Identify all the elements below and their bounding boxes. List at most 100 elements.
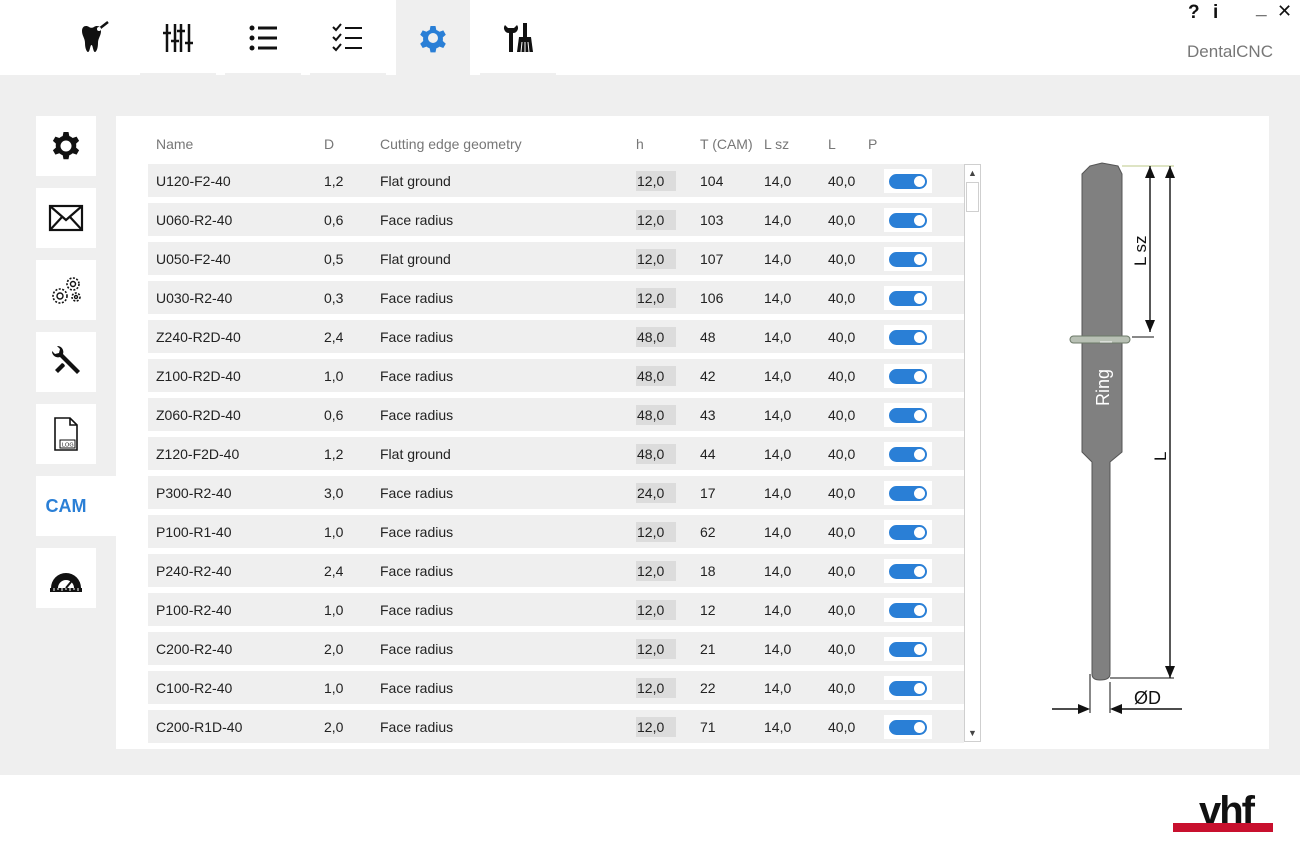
top-tab-sliders[interactable] [141,0,215,75]
cell-name: Z120-F2D-40 [156,446,240,462]
cell-t: 107 [700,251,724,267]
scroll-up-icon[interactable]: ▲ [965,165,980,181]
cell-h[interactable]: 12,0 [636,288,676,308]
table-row[interactable]: C200-R2-40 2,0 Face radius 21 14,0 40,0 12,0 [148,632,964,665]
side-nav-log[interactable]: LOG [36,404,96,464]
cell-d: 2,4 [324,329,344,345]
toggle-container [884,442,932,466]
protractor-icon [50,573,82,592]
cell-h[interactable]: 12,0 [636,678,676,698]
cell-h[interactable]: 12,0 [636,600,676,620]
side-nav-service[interactable] [36,332,96,392]
cell-lsz: 14,0 [764,563,792,579]
table-row[interactable]: P100-R2-40 1,0 Face radius 12 14,0 40,0 12,0 [148,593,964,626]
cell-lsz: 14,0 [764,485,792,501]
side-nav-machine-settings[interactable] [36,260,96,320]
enabled-toggle[interactable] [889,525,927,540]
cell-h[interactable]: 12,0 [636,639,676,659]
list-icon [249,25,277,50]
table-row[interactable]: P100-R1-40 1,0 Face radius 62 14,0 40,0 12,0 [148,515,964,548]
cell-t: 21 [700,641,716,657]
table-row[interactable]: U120-F2-40 1,2 Flat ground 104 14,0 40,0 12,0 [148,164,964,197]
cell-geometry: Face radius [380,680,454,696]
cell-lsz: 14,0 [764,329,792,345]
table-row[interactable]: U050-F2-40 0,5 Flat ground 107 14,0 40,0 12,0 [148,242,964,275]
cell-lsz: 14,0 [764,719,792,735]
enabled-toggle[interactable] [889,213,927,228]
top-tab-list[interactable] [226,0,300,75]
toggle-container [884,637,932,661]
cell-h[interactable]: 12,0 [636,249,676,269]
top-tab-maintenance[interactable] [481,0,555,75]
enabled-toggle[interactable] [889,486,927,501]
enabled-toggle[interactable] [889,291,927,306]
toggle-knob [914,605,925,616]
table-row[interactable]: Z240-R2D-40 2,4 Face radius 48 14,0 40,0 48,0 [148,320,964,353]
cell-h[interactable]: 48,0 [636,366,676,386]
side-nav-cam[interactable]: CAM [36,476,116,536]
info-button[interactable]: i [1213,2,1218,24]
table-row[interactable]: Z120-F2D-40 1,2 Flat ground 44 14,0 40,0 48,0 [148,437,964,470]
enabled-toggle[interactable] [889,564,927,579]
cell-h[interactable]: 12,0 [636,522,676,542]
table-row[interactable]: U030-R2-40 0,3 Face radius 106 14,0 40,0 12,0 [148,281,964,314]
cell-h[interactable]: 12,0 [636,171,676,191]
cell-l: 40,0 [828,524,856,540]
header-t-cam: T (CAM) [700,136,753,152]
table-row[interactable]: C200-R1D-40 2,0 Face radius 71 14,0 40,0 12,0 [148,710,964,743]
scroll-down-icon[interactable]: ▼ [965,725,980,741]
top-tab-tooth[interactable] [57,0,131,75]
table-row[interactable]: Z060-R2D-40 0,6 Face radius 43 14,0 40,0 48,0 [148,398,964,431]
table-row[interactable]: P240-R2-40 2,4 Face radius 18 14,0 40,0 12,0 [148,554,964,587]
cell-h[interactable]: 24,0 [636,483,676,503]
table-scrollbar[interactable]: ▲ ▼ [964,164,981,742]
enabled-toggle[interactable] [889,681,927,696]
diameter-label: ØD [1134,688,1161,708]
table-row[interactable]: Z100-R2D-40 1,0 Face radius 42 14,0 40,0 48,0 [148,359,964,392]
enabled-toggle[interactable] [889,252,927,267]
toggle-knob [914,722,925,733]
cell-name: Z100-R2D-40 [156,368,241,384]
bottom-bar [0,775,1300,850]
enabled-toggle[interactable] [889,642,927,657]
close-button[interactable]: ✕ [1277,1,1292,22]
cell-h[interactable]: 48,0 [636,405,676,425]
top-tab-settings[interactable] [396,0,470,75]
enabled-toggle[interactable] [889,330,927,345]
enabled-toggle[interactable] [889,447,927,462]
cell-l: 40,0 [828,602,856,618]
table-row[interactable]: C100-R2-40 1,0 Face radius 22 14,0 40,0 12,0 [148,671,964,704]
cell-d: 1,2 [324,173,344,189]
cell-l: 40,0 [828,680,856,696]
top-tab-checklist[interactable] [311,0,385,75]
cell-h[interactable]: 12,0 [636,210,676,230]
minimize-button[interactable]: _ [1256,0,1267,20]
cell-lsz: 14,0 [764,368,792,384]
cell-l: 40,0 [828,446,856,462]
help-button[interactable]: ? [1188,2,1200,24]
tooth-drill-icon [82,20,109,52]
side-nav-calibration[interactable] [36,548,96,608]
enabled-toggle[interactable] [889,174,927,189]
cell-h[interactable]: 12,0 [636,561,676,581]
gears-icon [52,277,81,304]
table-row[interactable]: U060-R2-40 0,6 Face radius 103 14,0 40,0 12,0 [148,203,964,236]
wrench-screwdriver-icon [51,345,80,374]
enabled-toggle[interactable] [889,408,927,423]
cell-l: 40,0 [828,641,856,657]
side-nav-general-settings[interactable] [36,116,96,176]
l-label: L [1151,452,1170,461]
cell-lsz: 14,0 [764,641,792,657]
side-nav-messages[interactable] [36,188,96,248]
cell-h[interactable]: 12,0 [636,717,676,737]
scroll-thumb[interactable] [966,182,979,212]
enabled-toggle[interactable] [889,603,927,618]
cell-lsz: 14,0 [764,173,792,189]
toggle-knob [914,644,925,655]
cell-h[interactable]: 48,0 [636,327,676,347]
table-row[interactable]: P300-R2-40 3,0 Face radius 17 14,0 40,0 24,0 [148,476,964,509]
enabled-toggle[interactable] [889,369,927,384]
cell-h[interactable]: 48,0 [636,444,676,464]
enabled-toggle[interactable] [889,720,927,735]
wrench-brush-icon [504,22,533,52]
